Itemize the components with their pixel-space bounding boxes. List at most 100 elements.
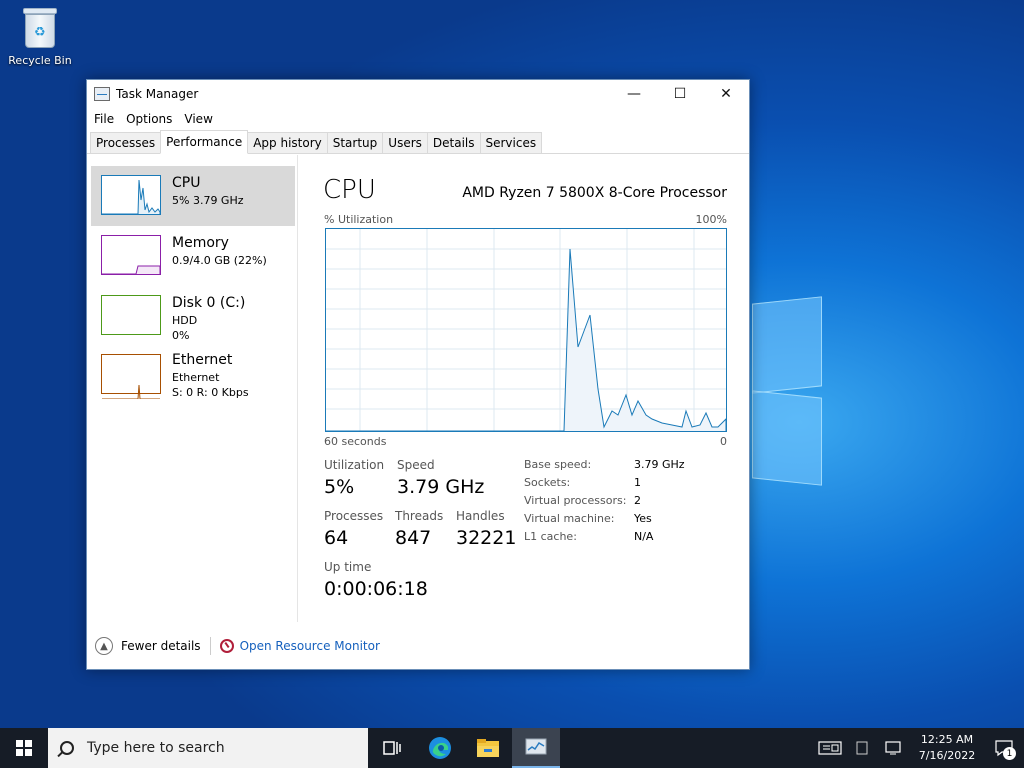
info-key: Virtual processors:: [524, 494, 627, 507]
tab-details[interactable]: Details: [426, 132, 481, 153]
cpu-heading: CPU: [323, 175, 376, 205]
sidebar-item-label: Disk 0 (C:): [172, 295, 246, 311]
speed-value: 3.79 GHz: [397, 476, 485, 498]
processes-stat: Processes 64: [324, 509, 383, 549]
info-key: L1 cache:: [524, 530, 577, 543]
sidebar-item-detail: HDD: [172, 314, 198, 327]
show-hidden-icons-icon[interactable]: [846, 728, 878, 768]
news-widget-icon[interactable]: [814, 728, 846, 768]
resource-monitor-icon: [219, 639, 234, 653]
maximize-button[interactable]: ☐: [657, 80, 703, 108]
info-key: Base speed:: [524, 458, 592, 471]
open-resource-monitor-link[interactable]: Open Resource Monitor: [240, 639, 380, 653]
tab-users[interactable]: Users: [382, 132, 428, 153]
taskbar: Type here to search 12:25 AM 7/16/2022 1: [0, 728, 1024, 768]
handles-value: 32221: [456, 527, 517, 549]
notification-count-badge: 1: [1003, 747, 1016, 760]
file-explorer-taskbar-button[interactable]: [464, 728, 512, 768]
window-footer: ▲ Fewer details Open Resource Monitor: [87, 623, 749, 669]
speed-stat: Speed 3.79 GHz: [397, 458, 484, 498]
sidebar-item-label: Memory: [172, 235, 229, 251]
info-value: Yes: [634, 512, 652, 525]
windows-start-icon: [16, 740, 32, 756]
sidebar-item-detail: 0.9/4.0 GB (22%): [172, 254, 267, 267]
tab-services[interactable]: Services: [479, 132, 543, 153]
handles-label: Handles: [456, 509, 505, 523]
start-button[interactable]: [0, 728, 48, 768]
processes-value: 64: [324, 527, 349, 549]
notifications-icon[interactable]: 1: [984, 728, 1024, 768]
edge-taskbar-button[interactable]: [416, 728, 464, 768]
recycle-bin-shortcut[interactable]: ♻ Recycle Bin: [6, 8, 74, 67]
taskbar-search-box[interactable]: Type here to search: [48, 728, 368, 768]
menu-view[interactable]: View: [184, 112, 212, 126]
task-manager-icon: [94, 87, 110, 101]
recycle-bin-label: Recycle Bin: [8, 54, 72, 67]
sidebar-item-label: CPU: [172, 175, 201, 191]
uptime-stat: Up time 0:00:06:18: [324, 560, 428, 600]
chevron-up-icon[interactable]: ▲: [95, 637, 113, 655]
sidebar-item-disk[interactable]: Disk 0 (C:) HDD 0%: [91, 286, 295, 346]
clock-date: 7/16/2022: [918, 749, 976, 762]
taskbar-clock[interactable]: 12:25 AM 7/16/2022: [910, 732, 984, 764]
memory-thumbnail-graph: [101, 235, 161, 275]
threads-label: Threads: [395, 509, 444, 523]
sidebar-item-detail: S: 0 R: 0 Kbps: [172, 386, 249, 399]
info-value: 2: [634, 494, 641, 507]
minimize-button[interactable]: —: [611, 80, 657, 108]
title-bar[interactable]: Task Manager — ☐ ✕: [87, 80, 749, 108]
info-row: Sockets: 1: [524, 476, 685, 494]
tab-startup[interactable]: Startup: [326, 132, 384, 153]
recycle-bin-icon: ♻: [21, 8, 59, 50]
close-button[interactable]: ✕: [703, 80, 749, 108]
divider: [209, 637, 211, 655]
info-key: Sockets:: [524, 476, 571, 489]
fewer-details-link[interactable]: Fewer details: [121, 639, 201, 653]
windows-logo-wallpaper: [752, 290, 824, 486]
sidebar-item-label: Ethernet: [172, 352, 233, 368]
search-placeholder: Type here to search: [87, 740, 225, 756]
utilization-axis-label: % Utilization: [324, 213, 394, 226]
file-explorer-icon: [477, 739, 499, 757]
tab-app-history[interactable]: App history: [247, 132, 328, 153]
task-view-button[interactable]: [368, 728, 416, 768]
sidebar-item-detail: 5% 3.79 GHz: [172, 194, 244, 207]
edge-browser-icon: [429, 737, 451, 759]
processes-label: Processes: [324, 509, 384, 523]
sidebar-item-cpu[interactable]: CPU 5% 3.79 GHz: [91, 166, 295, 226]
tab-strip: Processes Performance App history Startu…: [87, 130, 749, 154]
threads-value: 847: [395, 527, 432, 549]
sidebar-item-detail: Ethernet: [172, 371, 220, 384]
utilization-value: 5%: [324, 476, 355, 498]
search-icon: [60, 741, 74, 755]
info-row: Base speed: 3.79 GHz: [524, 458, 685, 476]
cpu-thumbnail-graph: [101, 175, 161, 215]
task-view-icon: [383, 741, 401, 755]
clock-time: 12:25 AM: [920, 733, 974, 746]
task-manager-window: Task Manager — ☐ ✕ File Options View Pro…: [86, 79, 750, 670]
uptime-label: Up time: [324, 560, 372, 574]
handles-stat: Handles 32221: [456, 509, 516, 549]
tab-performance[interactable]: Performance: [160, 130, 249, 154]
utilization-label: Utilization: [324, 458, 385, 472]
info-key: Virtual machine:: [524, 512, 615, 525]
tab-processes[interactable]: Processes: [90, 132, 162, 153]
sidebar-item-detail: 0%: [172, 329, 190, 342]
sidebar-item-memory[interactable]: Memory 0.9/4.0 GB (22%): [91, 226, 295, 286]
info-row: Virtual processors: 2: [524, 494, 685, 512]
info-value: N/A: [634, 530, 654, 543]
speed-label: Speed: [397, 458, 435, 472]
info-value: 1: [634, 476, 641, 489]
task-manager-taskbar-icon: [525, 738, 547, 755]
ethernet-thumbnail-graph: [101, 354, 161, 400]
task-manager-taskbar-button[interactable]: [512, 728, 560, 768]
menu-file[interactable]: File: [94, 112, 114, 126]
performance-sidebar: CPU 5% 3.79 GHz Memory 0.9/4.0 GB (22%): [87, 155, 298, 622]
network-icon[interactable]: [878, 728, 910, 768]
sidebar-item-ethernet[interactable]: Ethernet Ethernet S: 0 R: 0 Kbps: [91, 346, 295, 406]
info-value: 3.79 GHz: [634, 458, 685, 471]
menu-options[interactable]: Options: [126, 112, 172, 126]
cpu-model-name: AMD Ryzen 7 5800X 8-Core Processor: [462, 185, 727, 201]
graph-time-end: 0: [720, 435, 727, 448]
cpu-utilization-graph: [325, 228, 727, 432]
